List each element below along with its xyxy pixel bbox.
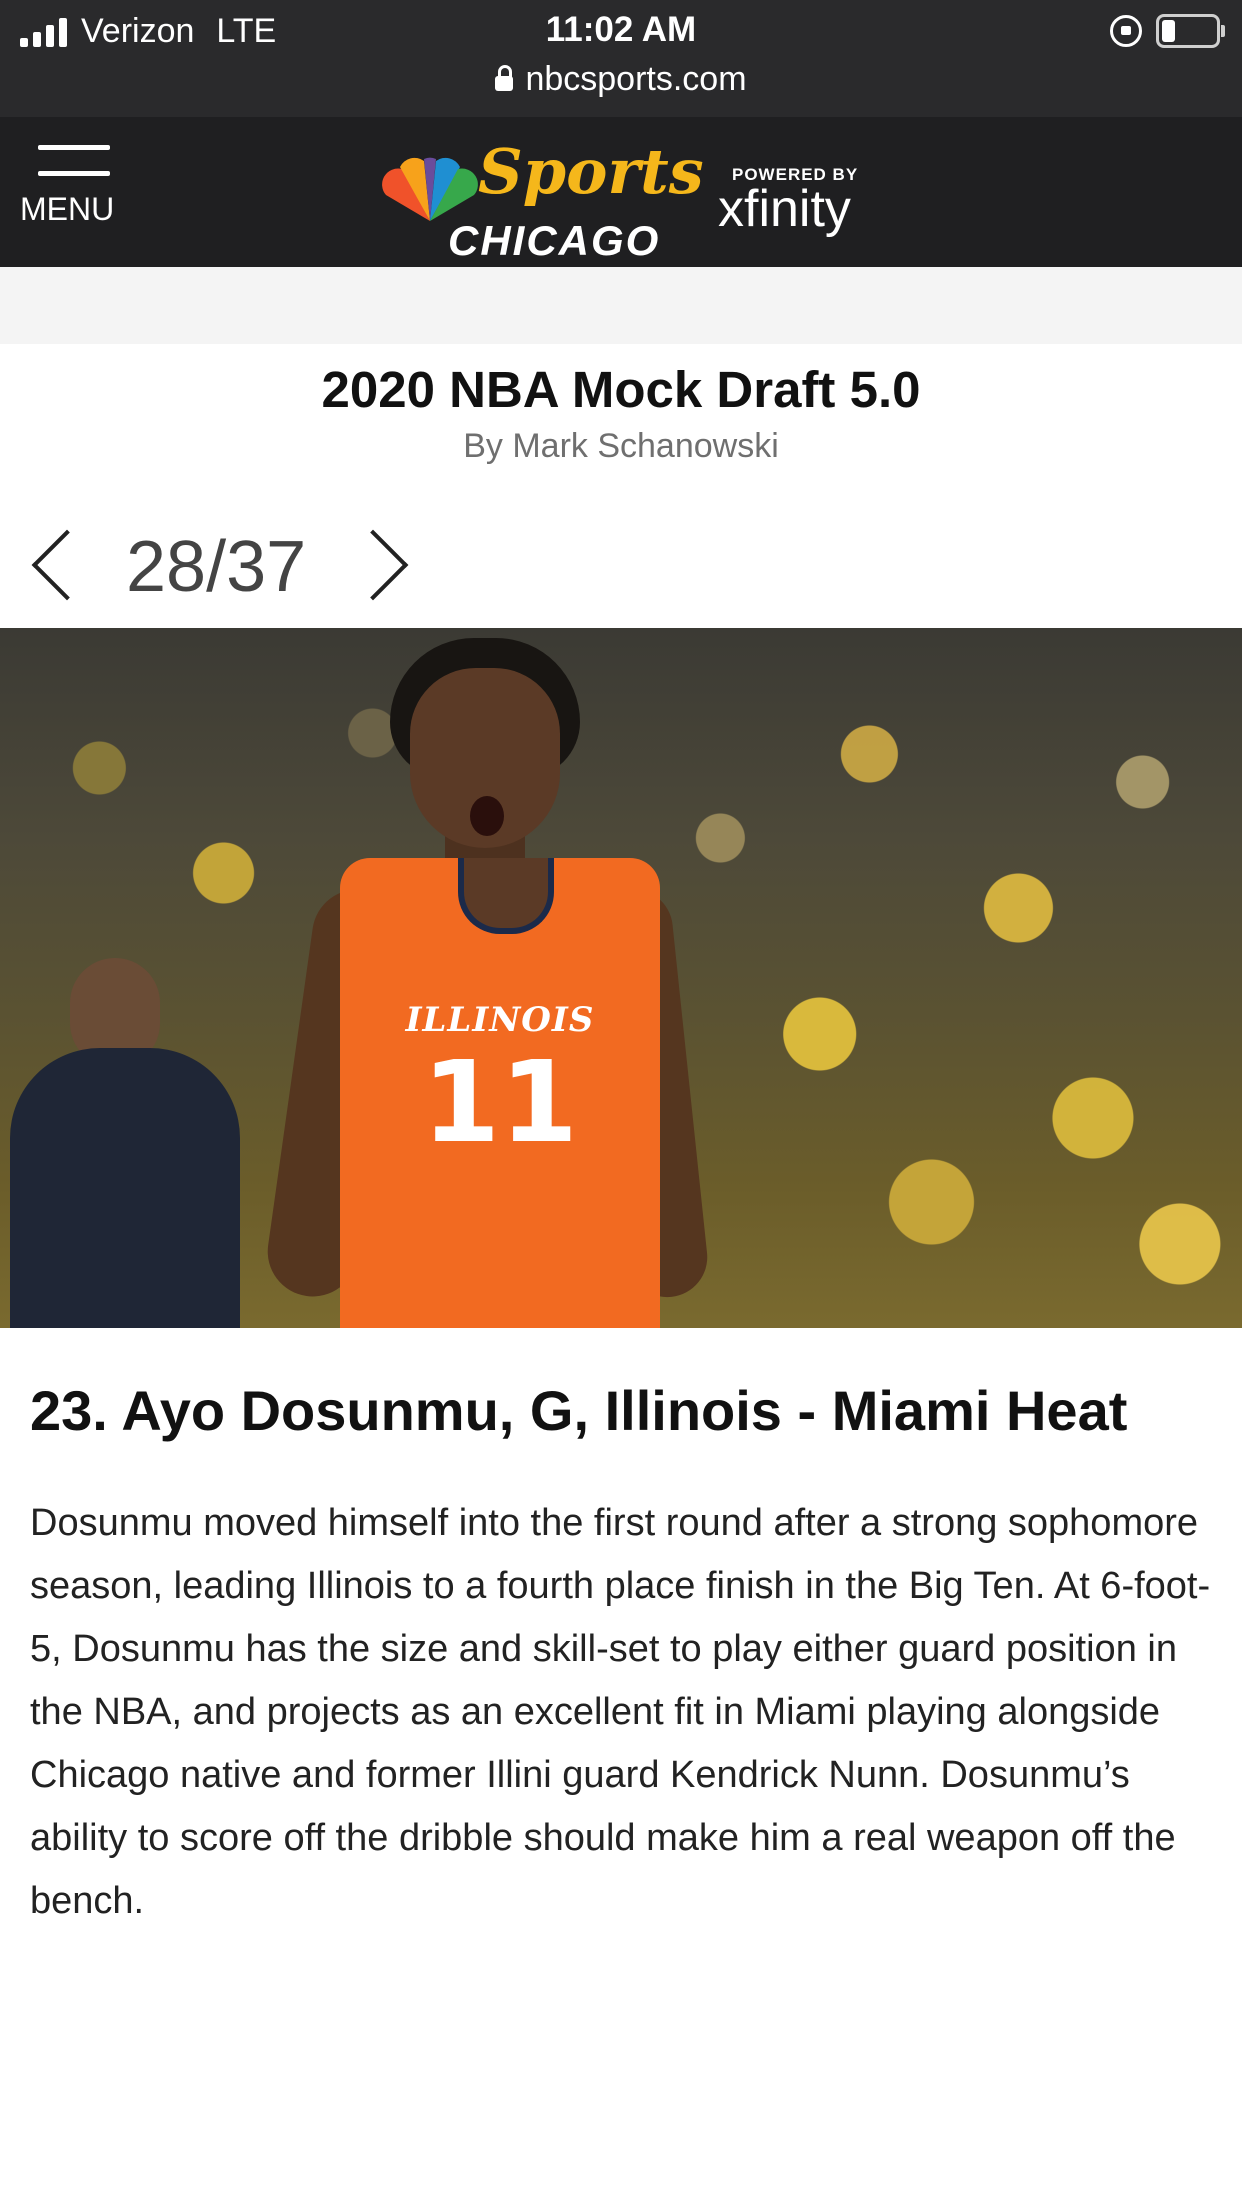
chevron-right-icon[interactable] [337,529,409,601]
slide-body-text: Dosunmu moved himself into the first rou… [30,1502,1211,1922]
menu-label: MENU [20,191,115,227]
slide-headline: 23. Ayo Dosunmu, G, Illinois - Miami Hea… [30,1379,1128,1442]
status-bar: Verizon LTE 11:02 AM nbcsports.com [0,0,1242,117]
menu-button[interactable]: MENU [20,145,130,228]
player-figure: ILLINOIS 11 [261,628,730,1328]
address-bar[interactable]: nbcsports.com [0,60,1242,99]
sponsor-logo: xfinity [718,180,851,238]
url-text: nbcsports.com [525,60,747,98]
jersey-number: 11 [422,1038,578,1168]
site-header: MENU Sports CHICAGO POWERED BY xfinity [0,117,1242,267]
jersey: ILLINOIS 11 [340,858,660,1328]
status-right [1110,14,1225,48]
chevron-left-icon[interactable] [31,529,103,601]
battery-icon [1156,14,1225,48]
rotation-lock-icon [1110,15,1142,47]
clock: 11:02 AM [545,10,697,49]
battery-level [1162,20,1175,42]
logo-city: CHICAGO [448,217,661,264]
slide-counter: 28/37 [126,527,307,607]
jersey-team: ILLINOIS [405,1000,595,1040]
peacock-icon [382,157,478,221]
article-photo: ILLINOIS 11 [0,628,1242,1328]
hamburger-icon [38,145,110,150]
logo-script: Sports [478,135,704,208]
byline: By Mark Schanowski [463,427,779,465]
slideshow-pager: 28/37 [28,520,428,620]
lock-icon [495,65,514,91]
coach-figure [10,1048,240,1328]
ad-strip [0,267,1242,344]
page-title: 2020 NBA Mock Draft 5.0 [321,361,921,418]
